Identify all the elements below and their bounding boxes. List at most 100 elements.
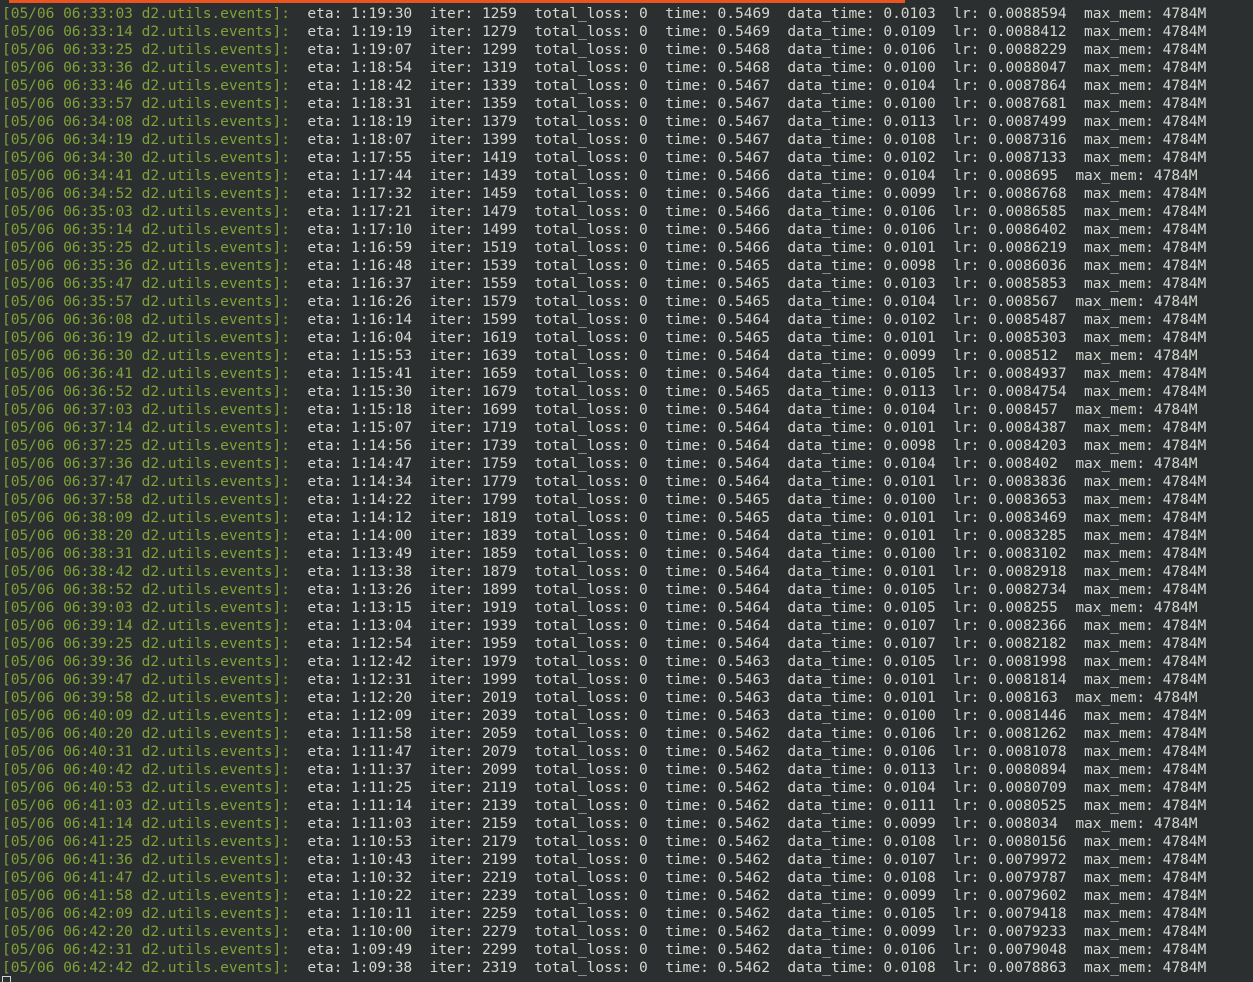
log-prefix: [05/06 06:42:09 d2.utils.events]: [2,905,299,922]
log-message: eta: 1:16:04 iter: 1619 total_loss: 0 ti… [298,329,1207,346]
log-prefix: [05/06 06:37:47 d2.utils.events]: [2,473,299,490]
log-message: eta: 1:15:18 iter: 1699 total_loss: 0 ti… [298,401,1198,418]
log-line: [05/06 06:39:03 d2.utils.events]: eta: 1… [2,599,1253,617]
log-prefix: [05/06 06:36:41 d2.utils.events]: [2,365,299,382]
log-message: eta: 1:18:42 iter: 1339 total_loss: 0 ti… [298,77,1207,94]
log-line: [05/06 06:40:09 d2.utils.events]: eta: 1… [2,707,1253,725]
log-line: [05/06 06:33:36 d2.utils.events]: eta: 1… [2,59,1253,77]
log-line: [05/06 06:42:31 d2.utils.events]: eta: 1… [2,941,1253,959]
log-line: [05/06 06:42:20 d2.utils.events]: eta: 1… [2,923,1253,941]
log-message: eta: 1:17:10 iter: 1499 total_loss: 0 ti… [298,221,1207,238]
log-line: [05/06 06:33:14 d2.utils.events]: eta: 1… [2,23,1253,41]
log-line: [05/06 06:34:52 d2.utils.events]: eta: 1… [2,185,1253,203]
log-prefix: [05/06 06:41:47 d2.utils.events]: [2,869,299,886]
log-line: [05/06 06:37:47 d2.utils.events]: eta: 1… [2,473,1253,491]
log-line: [05/06 06:37:03 d2.utils.events]: eta: 1… [2,401,1253,419]
log-line: [05/06 06:38:52 d2.utils.events]: eta: 1… [2,581,1253,599]
log-message: eta: 1:11:03 iter: 2159 total_loss: 0 ti… [298,815,1198,832]
log-message: eta: 1:18:54 iter: 1319 total_loss: 0 ti… [298,59,1207,76]
log-line: [05/06 06:39:25 d2.utils.events]: eta: 1… [2,635,1253,653]
log-message: eta: 1:17:44 iter: 1439 total_loss: 0 ti… [298,167,1198,184]
log-message: eta: 1:10:53 iter: 2179 total_loss: 0 ti… [298,833,1207,850]
log-prefix: [05/06 06:39:47 d2.utils.events]: [2,671,299,688]
log-line: [05/06 06:38:20 d2.utils.events]: eta: 1… [2,527,1253,545]
log-prefix: [05/06 06:34:41 d2.utils.events]: [2,167,299,184]
log-prefix: [05/06 06:35:47 d2.utils.events]: [2,275,299,292]
log-message: eta: 1:17:32 iter: 1459 total_loss: 0 ti… [298,185,1207,202]
log-line: [05/06 06:41:36 d2.utils.events]: eta: 1… [2,851,1253,869]
log-prefix: [05/06 06:40:53 d2.utils.events]: [2,779,299,796]
log-line: [05/06 06:40:20 d2.utils.events]: eta: 1… [2,725,1253,743]
log-prefix: [05/06 06:41:36 d2.utils.events]: [2,851,299,868]
log-message: eta: 1:17:21 iter: 1479 total_loss: 0 ti… [298,203,1207,220]
log-message: eta: 1:14:00 iter: 1839 total_loss: 0 ti… [298,527,1207,544]
log-prefix: [05/06 06:38:52 d2.utils.events]: [2,581,299,598]
log-prefix: [05/06 06:33:14 d2.utils.events]: [2,23,299,40]
log-message: eta: 1:12:09 iter: 2039 total_loss: 0 ti… [298,707,1207,724]
log-line: [05/06 06:41:25 d2.utils.events]: eta: 1… [2,833,1253,851]
log-prefix: [05/06 06:33:36 d2.utils.events]: [2,59,299,76]
log-message: eta: 1:09:49 iter: 2299 total_loss: 0 ti… [298,941,1207,958]
log-prefix: [05/06 06:37:25 d2.utils.events]: [2,437,299,454]
log-line: [05/06 06:38:31 d2.utils.events]: eta: 1… [2,545,1253,563]
log-line: [05/06 06:34:30 d2.utils.events]: eta: 1… [2,149,1253,167]
log-line: [05/06 06:34:19 d2.utils.events]: eta: 1… [2,131,1253,149]
log-line: [05/06 06:33:57 d2.utils.events]: eta: 1… [2,95,1253,113]
log-message: eta: 1:11:58 iter: 2059 total_loss: 0 ti… [298,725,1207,742]
log-message: eta: 1:10:32 iter: 2219 total_loss: 0 ti… [298,869,1207,886]
log-prefix: [05/06 06:41:03 d2.utils.events]: [2,797,299,814]
log-prefix: [05/06 06:39:36 d2.utils.events]: [2,653,299,670]
terminal-output[interactable]: [05/06 06:33:03 d2.utils.events]: eta: 1… [2,5,1253,982]
log-message: eta: 1:11:14 iter: 2139 total_loss: 0 ti… [298,797,1207,814]
log-message: eta: 1:16:59 iter: 1519 total_loss: 0 ti… [298,239,1207,256]
log-prefix: [05/06 06:35:36 d2.utils.events]: [2,257,299,274]
log-line: [05/06 06:41:47 d2.utils.events]: eta: 1… [2,869,1253,887]
log-prefix: [05/06 06:34:08 d2.utils.events]: [2,113,299,130]
log-line: [05/06 06:35:57 d2.utils.events]: eta: 1… [2,293,1253,311]
log-prefix: [05/06 06:36:30 d2.utils.events]: [2,347,299,364]
log-prefix: [05/06 06:39:25 d2.utils.events]: [2,635,299,652]
log-line: [05/06 06:35:36 d2.utils.events]: eta: 1… [2,257,1253,275]
log-line: [05/06 06:39:47 d2.utils.events]: eta: 1… [2,671,1253,689]
log-line: [05/06 06:34:08 d2.utils.events]: eta: 1… [2,113,1253,131]
log-prefix: [05/06 06:40:09 d2.utils.events]: [2,707,299,724]
log-line: [05/06 06:42:42 d2.utils.events]: eta: 1… [2,959,1253,977]
log-message: eta: 1:10:43 iter: 2199 total_loss: 0 ti… [298,851,1207,868]
log-message: eta: 1:11:47 iter: 2079 total_loss: 0 ti… [298,743,1207,760]
log-prefix: [05/06 06:33:25 d2.utils.events]: [2,41,299,58]
log-line: [05/06 06:40:42 d2.utils.events]: eta: 1… [2,761,1253,779]
log-message: eta: 1:14:34 iter: 1779 total_loss: 0 ti… [298,473,1207,490]
log-line: [05/06 06:37:36 d2.utils.events]: eta: 1… [2,455,1253,473]
log-message: eta: 1:18:07 iter: 1399 total_loss: 0 ti… [298,131,1207,148]
log-prefix: [05/06 06:35:25 d2.utils.events]: [2,239,299,256]
log-prefix: [05/06 06:41:14 d2.utils.events]: [2,815,299,832]
log-message: eta: 1:16:14 iter: 1599 total_loss: 0 ti… [298,311,1207,328]
log-prefix: [05/06 06:34:52 d2.utils.events]: [2,185,299,202]
log-prefix: [05/06 06:38:31 d2.utils.events]: [2,545,299,562]
log-prefix: [05/06 06:37:03 d2.utils.events]: [2,401,299,418]
log-line: [05/06 06:35:25 d2.utils.events]: eta: 1… [2,239,1253,257]
log-prefix: [05/06 06:35:03 d2.utils.events]: [2,203,299,220]
log-line: [05/06 06:37:14 d2.utils.events]: eta: 1… [2,419,1253,437]
log-message: eta: 1:13:49 iter: 1859 total_loss: 0 ti… [298,545,1207,562]
progress-bar [9,0,905,3]
log-prefix: [05/06 06:39:14 d2.utils.events]: [2,617,299,634]
log-prefix: [05/06 06:38:42 d2.utils.events]: [2,563,299,580]
log-message: eta: 1:15:53 iter: 1639 total_loss: 0 ti… [298,347,1198,364]
log-line: [05/06 06:36:52 d2.utils.events]: eta: 1… [2,383,1253,401]
log-prefix: [05/06 06:42:42 d2.utils.events]: [2,959,299,976]
log-message: eta: 1:15:07 iter: 1719 total_loss: 0 ti… [298,419,1207,436]
log-prefix: [05/06 06:40:31 d2.utils.events]: [2,743,299,760]
log-prefix: [05/06 06:34:30 d2.utils.events]: [2,149,299,166]
log-message: eta: 1:12:31 iter: 1999 total_loss: 0 ti… [298,671,1207,688]
log-message: eta: 1:11:25 iter: 2119 total_loss: 0 ti… [298,779,1207,796]
log-prefix: [05/06 06:41:58 d2.utils.events]: [2,887,299,904]
log-message: eta: 1:14:12 iter: 1819 total_loss: 0 ti… [298,509,1207,526]
log-message: eta: 1:13:26 iter: 1899 total_loss: 0 ti… [298,581,1207,598]
log-message: eta: 1:10:11 iter: 2259 total_loss: 0 ti… [298,905,1207,922]
log-message: eta: 1:15:30 iter: 1679 total_loss: 0 ti… [298,383,1207,400]
terminal-cursor [2,976,11,982]
log-line: [05/06 06:38:42 d2.utils.events]: eta: 1… [2,563,1253,581]
log-prefix: [05/06 06:33:46 d2.utils.events]: [2,77,299,94]
log-message: eta: 1:13:04 iter: 1939 total_loss: 0 ti… [298,617,1207,634]
